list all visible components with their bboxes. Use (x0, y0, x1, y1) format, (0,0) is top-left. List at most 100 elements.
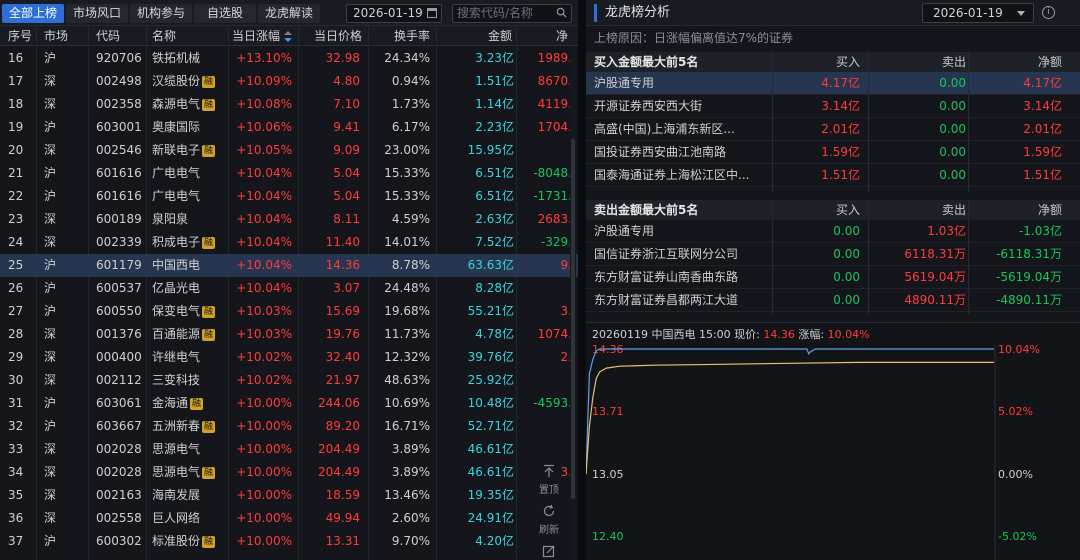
sell-row[interactable]: 国信证券浙江互联网分公司 0.00 6118.31万 -6118.31万 (586, 243, 1080, 266)
net-value: -1.03亿 (1018, 224, 1062, 238)
table-row[interactable]: 20 深 002546 新联电子融 +10.05% 9.09 23.00% 15.95亿 (0, 139, 578, 162)
sell-value: 0.00 (939, 122, 966, 136)
row-code: 002339 (96, 235, 142, 249)
table-row[interactable]: 34 深 002028 思源电气融 +10.00% 204.49 3.89% 46.61亿 3. (0, 461, 578, 484)
row-amount: 6.51亿 (475, 189, 514, 203)
row-change: +10.04% (236, 189, 292, 203)
row-code: 600550 (96, 304, 142, 318)
buy-row[interactable]: 开源证券西安西大街 3.14亿 0.00 3.14亿 (586, 95, 1080, 118)
sell-row[interactable]: 东方财富证券昌都两江大道 0.00 4890.11万 -4890.11万 (586, 289, 1080, 312)
pin-top-label: 置顶 (539, 485, 559, 496)
table-row[interactable]: 26 沪 600537 亿晶光电 +10.04% 3.07 24.48% 8.28亿 (0, 277, 578, 300)
row-index: 18 (8, 97, 24, 111)
date-picker[interactable]: 2026-01-19 (346, 4, 442, 23)
table-row[interactable]: 30 深 002112 三变科技 +10.02% 21.97 48.63% 25.92亿 (0, 369, 578, 392)
row-market: 深 (44, 143, 57, 157)
tab-all[interactable]: 全部上榜 (2, 4, 64, 23)
table-row[interactable]: 36 深 002558 巨人网络 +10.00% 49.94 2.60% 24.91亿 (0, 507, 578, 530)
row-index: 37 (8, 534, 24, 548)
buy-row[interactable]: 高盛(中国)上海浦东新区... 2.01亿 0.00 2.01亿 (586, 118, 1080, 141)
panel-divider[interactable] (578, 0, 586, 560)
net-value: 4.17亿 (1023, 76, 1062, 90)
row-index: 21 (8, 166, 24, 180)
table-row[interactable]: 19 沪 603001 奥康国际 +10.06% 9.41 6.17% 2.23亿 1704. (0, 116, 578, 139)
col-amount[interactable]: 金额 (488, 26, 512, 46)
buy-value: 1.51亿 (821, 168, 860, 182)
sell-value: 5619.04万 (904, 270, 966, 284)
table-row[interactable]: 32 沪 603667 五洲新春融 +10.00% 89.20 16.71% 52.71亿 (0, 415, 578, 438)
y-tick-left: 12.40 (592, 530, 624, 543)
buy-table-title: 买入金额最大前5名 (594, 55, 699, 69)
table-row[interactable]: 23 深 600189 泉阳泉 +10.04% 8.11 4.59% 2.63亿 2683. (0, 208, 578, 231)
table-scrollbar[interactable] (570, 47, 576, 560)
table-row[interactable]: 29 深 000400 许继电气 +10.02% 32.40 12.32% 39.76亿 2. (0, 346, 578, 369)
col-turnover[interactable]: 换手率 (394, 26, 430, 46)
col-change[interactable]: 当日涨幅 (232, 26, 293, 46)
row-market: 深 (44, 327, 57, 341)
table-row[interactable]: 35 深 002163 海南发展 +10.00% 18.59 13.46% 19.35亿 (0, 484, 578, 507)
scroll-thumb[interactable] (571, 139, 575, 499)
sell-table-header: 卖出金额最大前5名 买入 卖出 净额 (586, 200, 1080, 220)
table-row[interactable]: 27 沪 600550 保变电气融 +10.03% 15.69 19.68% 55.21亿 3. (0, 300, 578, 323)
sell-row[interactable]: 东方财富证券山南香曲东路 0.00 5619.04万 -5619.04万 (586, 266, 1080, 289)
edit-button[interactable] (536, 544, 562, 560)
col-net[interactable]: 净 (556, 26, 568, 46)
row-price: 9.09 (333, 143, 360, 157)
row-price: 8.11 (333, 212, 360, 226)
col-index[interactable]: 序号 (8, 26, 32, 46)
table-row[interactable]: 16 沪 920706 铁拓机械 +13.10% 32.98 24.34% 3.23亿 1989… (0, 47, 578, 70)
info-icon[interactable]: i (1042, 6, 1055, 19)
buy-row[interactable]: 国投证券西安曲江池南路 1.59亿 0.00 1.59亿 (586, 141, 1080, 164)
row-price: 204.49 (318, 465, 360, 479)
table-row[interactable]: 21 沪 601616 广电电气 +10.04% 5.04 15.33% 6.51亿 -8048… (0, 162, 578, 185)
table-row[interactable]: 22 沪 601616 广电电气 +10.04% 5.04 15.33% 6.51亿 -1731… (0, 185, 578, 208)
table-row[interactable]: 37 沪 600302 标准股份融 +10.00% 13.31 9.70% 4.20亿 (0, 530, 578, 553)
row-amount: 6.51亿 (475, 166, 514, 180)
grid-line (868, 52, 869, 192)
col-name[interactable]: 名称 (152, 26, 176, 46)
pin-top-button[interactable]: 置顶 (536, 464, 562, 496)
listing-reason: 上榜原因：日涨幅偏离值达7%的证券 (594, 31, 794, 45)
row-amount: 19.35亿 (467, 488, 514, 502)
table-row[interactable]: 24 深 002339 积成电子融 +10.04% 11.40 14.01% 7.52亿 -32… (0, 231, 578, 254)
tab-interpretation[interactable]: 龙虎解读 (258, 4, 320, 23)
table-row[interactable]: 18 深 002358 森源电气融 +10.08% 7.10 1.73% 1.14亿 4119. (0, 93, 578, 116)
table-row[interactable]: 25 沪 601179 中国西电 +10.04% 14.36 8.78% 63.63亿 9. (0, 254, 578, 277)
sell-row[interactable]: 沪股通专用 0.00 1.03亿 -1.03亿 (586, 220, 1080, 243)
stock-name: 亿晶光电 (152, 281, 201, 295)
tab-market-trend[interactable]: 市场风口 (66, 4, 128, 23)
row-code: 002028 (96, 442, 142, 456)
stock-name: 中国西电 (152, 258, 201, 272)
col-market[interactable]: 市场 (44, 26, 68, 46)
table-row[interactable]: 33 深 002028 思源电气 +10.00% 204.49 3.89% 46.61亿 (0, 438, 578, 461)
row-change: +10.04% (236, 281, 292, 295)
tab-institution[interactable]: 机构参与 (130, 4, 192, 23)
row-code: 002558 (96, 511, 142, 525)
buy-row[interactable]: 国泰海通证券上海松江区中... 1.51亿 0.00 1.51亿 (586, 164, 1080, 187)
y-tick-left: 13.05 (592, 468, 624, 481)
table-row[interactable]: 31 沪 603061 金海通融 +10.00% 244.06 10.69% 10.48亿 -4… (0, 392, 578, 415)
row-code: 600302 (96, 534, 142, 548)
row-market: 沪 (44, 396, 57, 410)
col-code[interactable]: 代码 (96, 26, 120, 46)
row-turnover: 14.01% (384, 235, 430, 249)
row-name: 广电电气 (152, 162, 232, 185)
refresh-button[interactable]: 刷新 (536, 504, 562, 536)
tab-watchlist[interactable]: 自选股 (194, 4, 256, 23)
row-index: 28 (8, 327, 24, 341)
row-change: +13.10% (236, 51, 292, 65)
broker-name: 东方财富证券山南香曲东路 (594, 270, 739, 284)
search-input[interactable]: 搜索代码/名称 (452, 4, 572, 23)
date-value: 2026-01-19 (353, 6, 423, 20)
row-net: 9. (560, 258, 572, 272)
table-row[interactable]: 28 深 001376 百通能源融 +10.03% 19.76 11.73% 4.78亿 107… (0, 323, 578, 346)
col-price[interactable]: 当日价格 (314, 26, 362, 46)
row-price: 244.06 (318, 396, 360, 410)
intraday-chart[interactable]: 20260119 中国西电 15:00 现价: 14.36 涨幅: 10.04%… (586, 322, 1080, 560)
stock-name: 奥康国际 (152, 120, 201, 134)
table-header: 序号 市场 代码 名称 当日涨幅 当日价格 换手率 金额 净 (0, 26, 578, 46)
margin-badge: 融 (202, 421, 216, 433)
buy-row[interactable]: 沪股通专用 4.17亿 0.00 4.17亿 (586, 72, 1080, 95)
table-row[interactable]: 17 深 002498 汉缆股份融 +10.09% 4.80 0.94% 1.51亿 8670. (0, 70, 578, 93)
analysis-date-select[interactable]: 2026-01-19 (922, 3, 1034, 23)
